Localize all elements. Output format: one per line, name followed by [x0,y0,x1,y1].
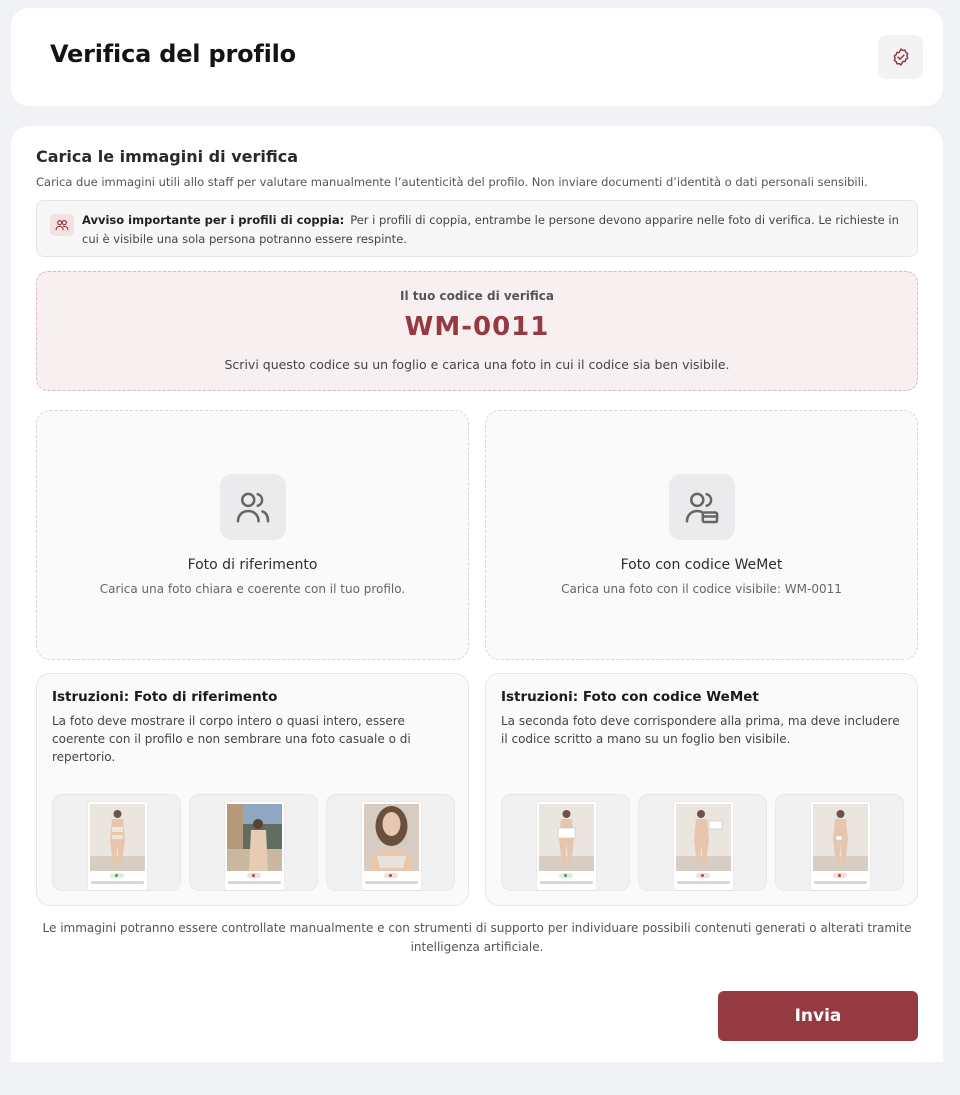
couple-notice: Avviso importante per i profili di coppi… [36,200,918,257]
example-thumbnail [501,794,630,891]
example-caption [365,881,418,884]
example-thumbnail [775,794,904,891]
verification-form-card: Carica le immagini di verifica Carica du… [11,126,943,1062]
instructions-title: Istruzioni: Foto con codice WeMet [501,689,759,705]
page-title: Verifica del profilo [50,40,296,68]
section-description: Carica due immagini utili allo staff per… [36,175,868,189]
example-caption [228,881,281,884]
instructions-reference-photo: Istruzioni: Foto di riferimento La foto … [36,673,469,906]
example-thumbnail [326,794,455,891]
example-card [674,802,733,890]
users-card-icon [669,474,735,540]
example-photo [364,804,419,871]
example-card [88,802,147,890]
example-caption [540,881,593,884]
header-card: Verifica del profilo [11,8,943,106]
instructions-text: La seconda foto deve corrispondere alla … [501,714,900,746]
ok-badge [559,873,573,878]
users-icon [220,474,286,540]
example-thumbnails [501,794,904,891]
submit-button[interactable]: Invia [718,991,918,1041]
example-caption [677,881,730,884]
example-photo [676,804,731,871]
example-photo [90,804,145,871]
verification-badge-button[interactable] [878,35,923,79]
example-caption [91,881,144,884]
code-hint: Scrivi questo codice su un foglio e cari… [224,357,730,372]
example-thumbnail [638,794,767,891]
couple-icon [50,214,74,236]
example-card [537,802,596,890]
example-card [811,802,870,890]
instructions-code-photo: Istruzioni: Foto con codice WeMet La sec… [485,673,918,906]
no-badge [384,873,398,878]
upload-description: Carica una foto chiara e coerente con il… [99,582,406,596]
upload-reference-photo[interactable]: Foto di riferimento Carica una foto chia… [36,410,469,660]
instructions-text: La foto deve mostrare il corpo intero o … [52,714,411,764]
upload-description: Carica una foto con il codice visibile: … [561,582,842,596]
example-photo [813,804,868,871]
ok-badge [110,873,124,878]
example-caption [814,881,867,884]
notice-title: Avviso importante per i profili di coppi… [82,213,345,227]
footnote: Le immagini potranno essere controllate … [42,921,912,954]
example-thumbnails [52,794,455,891]
upload-title: Foto con codice WeMet [620,557,783,573]
no-badge [247,873,261,878]
upload-title: Foto di riferimento [187,557,318,573]
verification-code: WM-0011 [404,312,550,342]
upload-code-photo[interactable]: Foto con codice WeMet Carica una foto co… [485,410,918,660]
verification-code-box: Il tuo codice di verifica WM-0011 Scrivi… [36,271,918,391]
notice-text: Avviso importante per i profili di coppi… [82,211,912,249]
example-thumbnail [52,794,181,891]
example-photo [227,804,282,871]
example-card [225,802,284,890]
no-badge [833,873,847,878]
example-card [362,802,421,890]
code-label: Il tuo codice di verifica [400,289,554,303]
verified-badge-icon [893,48,908,66]
example-photo [539,804,594,871]
section-title: Carica le immagini di verifica [36,147,298,166]
example-thumbnail [189,794,318,891]
no-badge [696,873,710,878]
instructions-title: Istruzioni: Foto di riferimento [52,689,278,705]
